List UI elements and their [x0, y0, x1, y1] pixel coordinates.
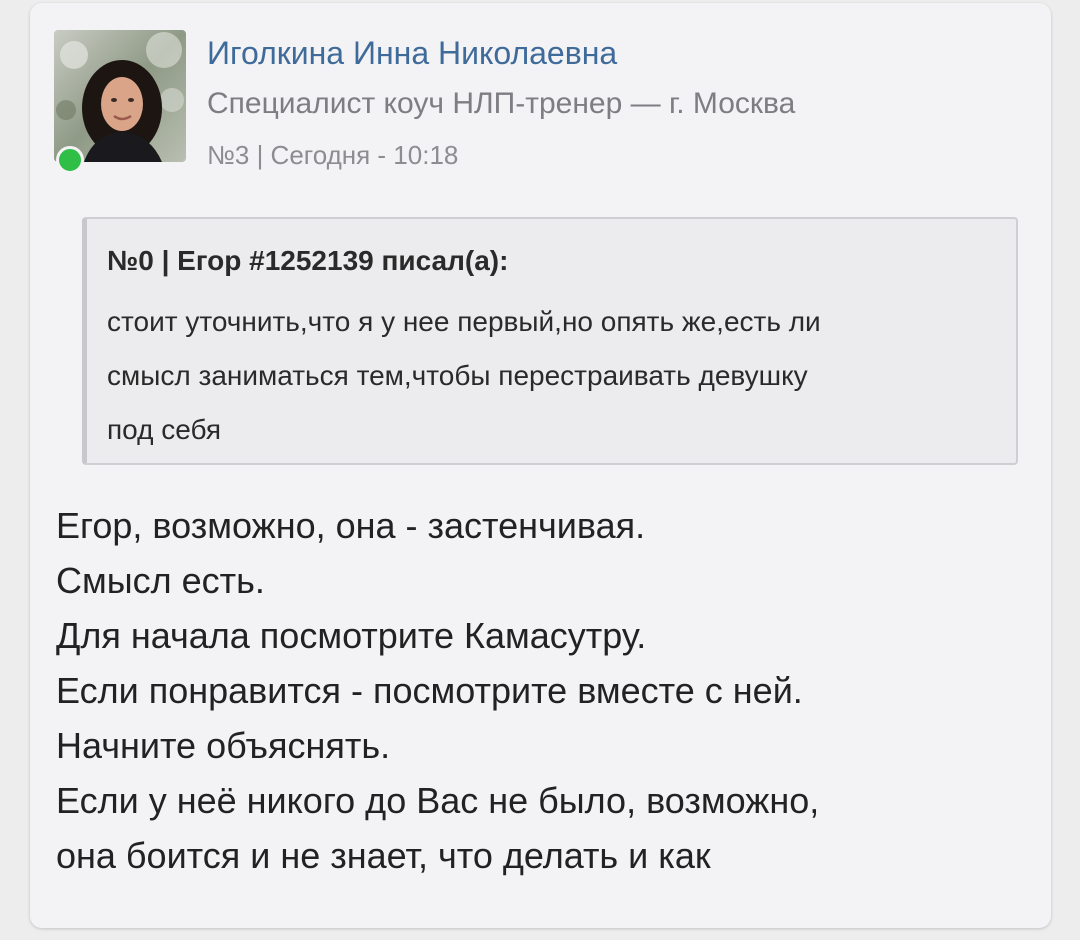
quote-line: смысл заниматься тем,чтобы перестраивать…	[107, 360, 808, 391]
author-name[interactable]: Иголкина Инна Николаевна	[207, 31, 617, 75]
quote-block: №0 | Егор #1252139 писал(а): стоит уточн…	[82, 217, 1018, 465]
post-body-line: она боится и не знает, что делать и как	[56, 835, 711, 876]
author-avatar[interactable]	[54, 30, 186, 174]
quote-header: №0 | Егор #1252139 писал(а):	[107, 245, 509, 276]
post-body: Егор, возможно, она - застенчивая. Смысл…	[56, 498, 1016, 883]
author-title: Специалист коуч НЛП-тренер — г. Москва	[207, 87, 796, 120]
quote-line: стоит уточнить,что я у нее первый,но опя…	[107, 306, 821, 337]
quote-text: стоит уточнить,что я у нее первый,но опя…	[107, 295, 1007, 457]
post-body-line: Если у неё никого до Вас не было, возмож…	[56, 780, 820, 821]
post-meta: №3 | Сегодня - 10:18	[207, 140, 459, 170]
post-body-line: Если понравится - посмотрите вместе с не…	[56, 670, 803, 711]
post-body-line: Начните объяснять.	[56, 725, 391, 766]
quote-line: под себя	[107, 414, 222, 445]
post-card: Иголкина Инна Николаевна Специалист коуч…	[30, 3, 1051, 928]
avatar-photo	[54, 30, 186, 162]
online-status-indicator	[56, 146, 84, 174]
post-body-line: Егор, возможно, она - застенчивая.	[56, 505, 646, 546]
post-body-line: Для начала посмотрите Камасутру.	[56, 615, 647, 656]
post-body-line: Смысл есть.	[56, 560, 265, 601]
